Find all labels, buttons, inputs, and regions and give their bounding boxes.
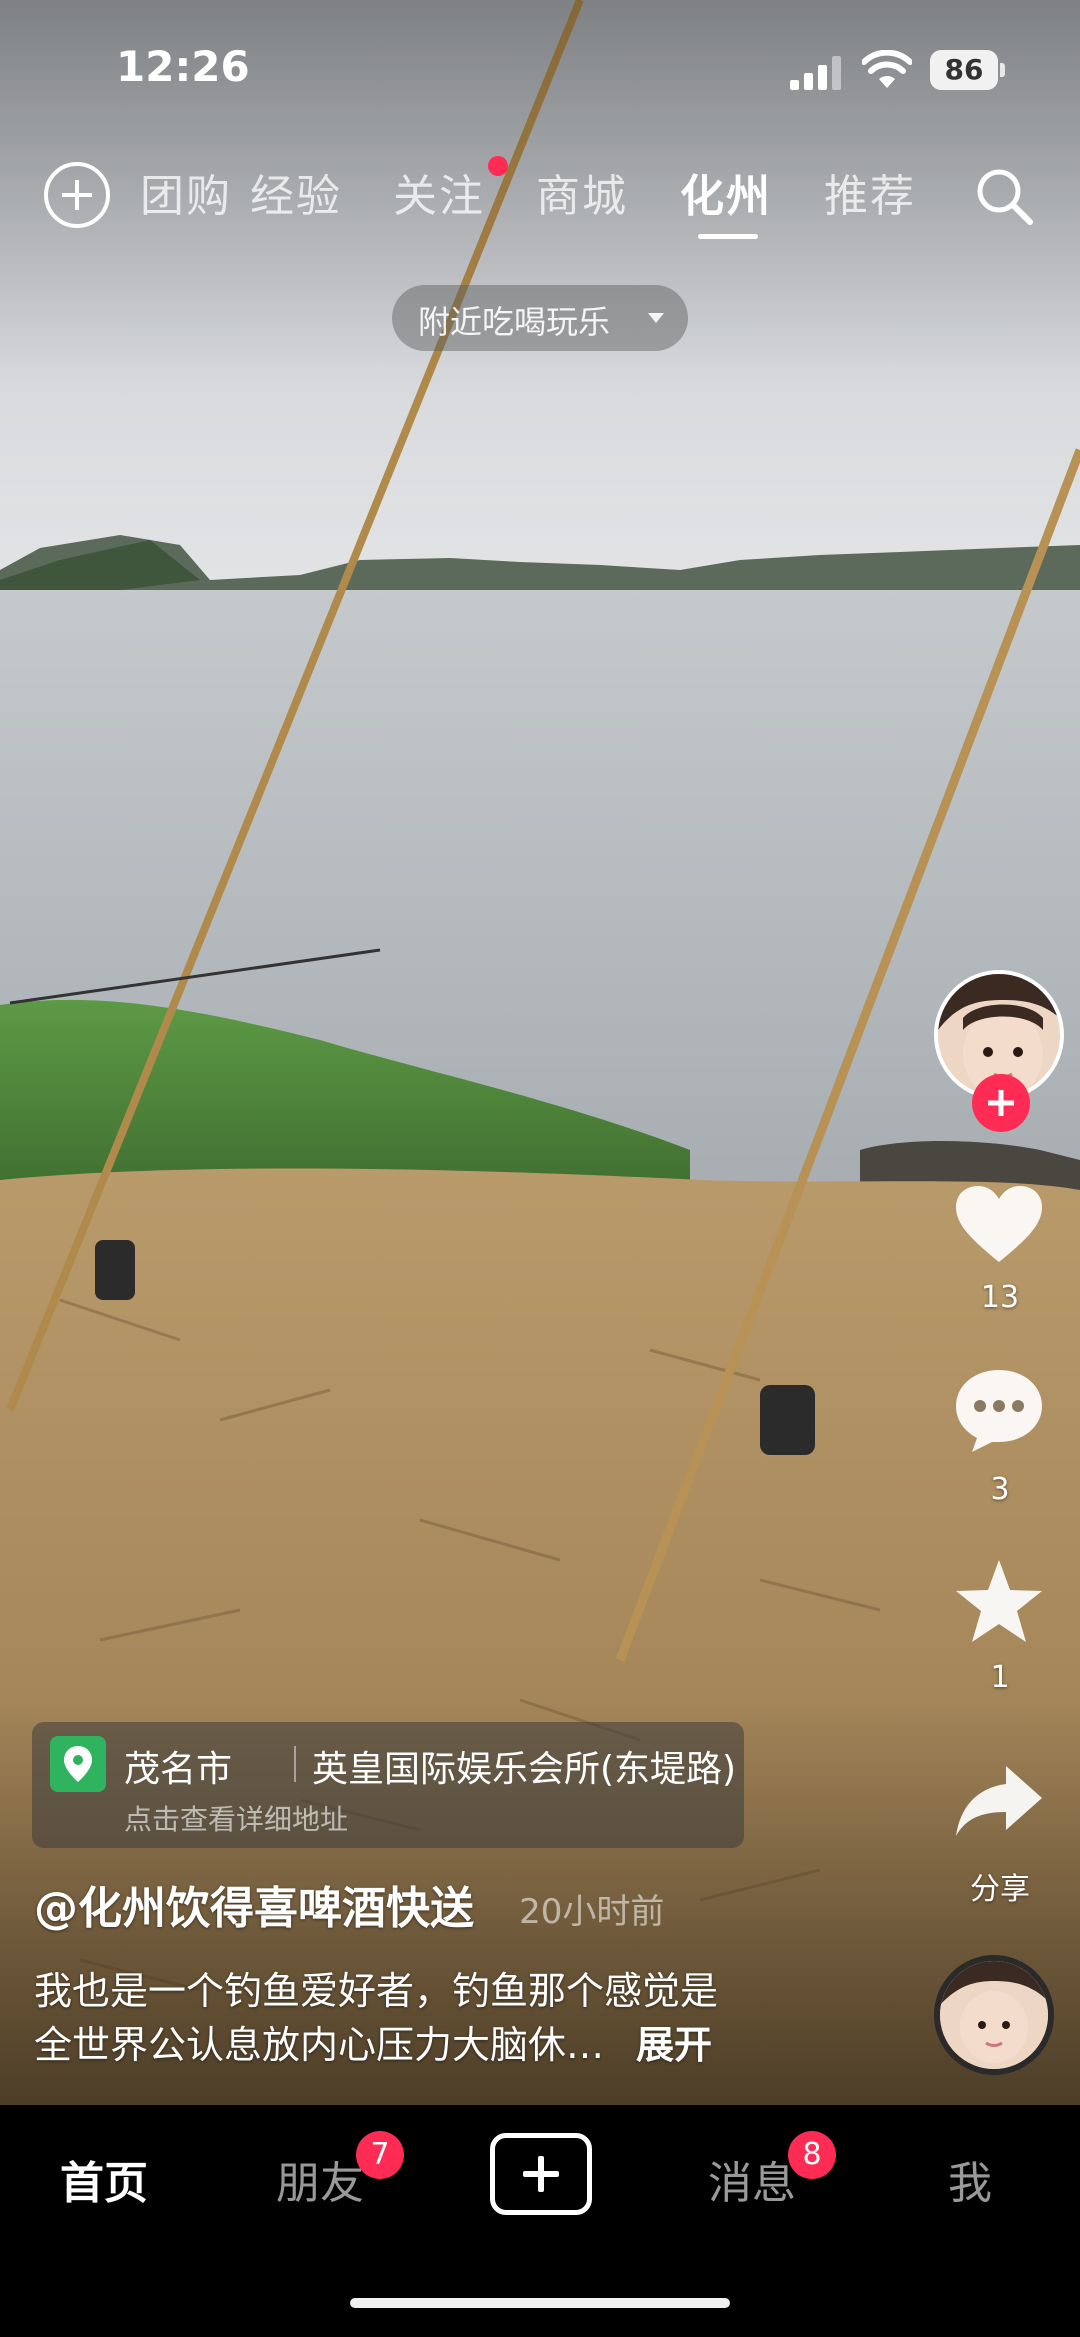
favorite-count: 1: [990, 1660, 1010, 1695]
share-arrow-icon[interactable]: [952, 1756, 1046, 1850]
add-circle-icon[interactable]: [44, 162, 110, 228]
caret-down-icon: [648, 313, 664, 323]
active-tab-indicator: [698, 234, 758, 239]
location-card[interactable]: 茂名市 英皇国际娱乐会所(东堤路) 点击查看详细地址: [32, 1722, 744, 1848]
like-count: 13: [980, 1280, 1020, 1315]
cellular-signal-icon: [790, 56, 841, 90]
action-rail: 13 3 1 分享: [920, 970, 1080, 2090]
status-bar: 12:26 86: [0, 0, 1080, 140]
tab-home[interactable]: 首页: [60, 2147, 148, 2211]
location-place: 英皇国际娱乐会所(东堤路): [312, 1749, 737, 1790]
nearby-dropdown[interactable]: 附近吃喝玩乐: [392, 285, 688, 351]
status-time: 12:26: [116, 42, 250, 91]
location-divider: [294, 1746, 296, 1782]
location-pin-icon: [50, 1736, 106, 1792]
home-indicator: [350, 2298, 730, 2308]
post-time: 20小时前: [519, 1892, 665, 1932]
location-city: 茂名市: [124, 1749, 233, 1790]
friends-badge: 7: [356, 2131, 404, 2179]
share-label: 分享: [970, 1872, 1030, 1907]
expand-button[interactable]: 展开: [636, 2023, 712, 2067]
description-line-1: 我也是一个钓鱼爱好者，钓鱼那个感觉是: [34, 1969, 719, 2013]
battery-icon: 86: [930, 50, 1006, 90]
search-icon[interactable]: [972, 164, 1036, 228]
battery-level: 86: [944, 53, 984, 86]
tab-friends[interactable]: 朋友: [276, 2147, 364, 2211]
follow-plus-button[interactable]: [972, 1074, 1030, 1132]
messages-badge: 8: [788, 2131, 836, 2179]
tab-experience[interactable]: 经验: [250, 160, 342, 224]
tab-messages[interactable]: 消息: [708, 2147, 796, 2211]
music-disc-avatar[interactable]: [934, 1955, 1054, 2075]
author-name[interactable]: @化州饮得喜啤酒快送: [34, 1883, 474, 1934]
tab-mall[interactable]: 商城: [536, 160, 628, 224]
comment-icon[interactable]: [952, 1362, 1046, 1456]
bottom-tab-bar: 首页 朋友 7 消息 8 我: [0, 2105, 1080, 2337]
star-icon[interactable]: [952, 1556, 1046, 1650]
tab-recommend[interactable]: 推荐: [824, 160, 916, 224]
following-dot-badge: [488, 156, 508, 176]
heart-icon[interactable]: [952, 1178, 1046, 1272]
top-nav: 团购 经验 关注 商城 化州 推荐: [0, 150, 1080, 240]
description-text: 全世界公认息放内心压力大脑休…: [34, 2023, 605, 2067]
tab-group-buy[interactable]: 团购: [140, 160, 232, 224]
tab-huazhou[interactable]: 化州: [680, 160, 772, 224]
create-post-button[interactable]: [490, 2133, 592, 2215]
location-hint: 点击查看详细地址: [124, 1803, 349, 1836]
wifi-icon: [862, 50, 912, 88]
tab-following[interactable]: 关注: [393, 160, 485, 224]
nearby-label: 附近吃喝玩乐: [418, 303, 611, 341]
author-line: @化州饮得喜啤酒快送 20小时前: [34, 1872, 664, 1936]
comment-count: 3: [990, 1472, 1010, 1507]
tab-me[interactable]: 我: [948, 2147, 992, 2211]
description-line-2: 全世界公认息放内心压力大脑休… 展开: [34, 2014, 712, 2069]
